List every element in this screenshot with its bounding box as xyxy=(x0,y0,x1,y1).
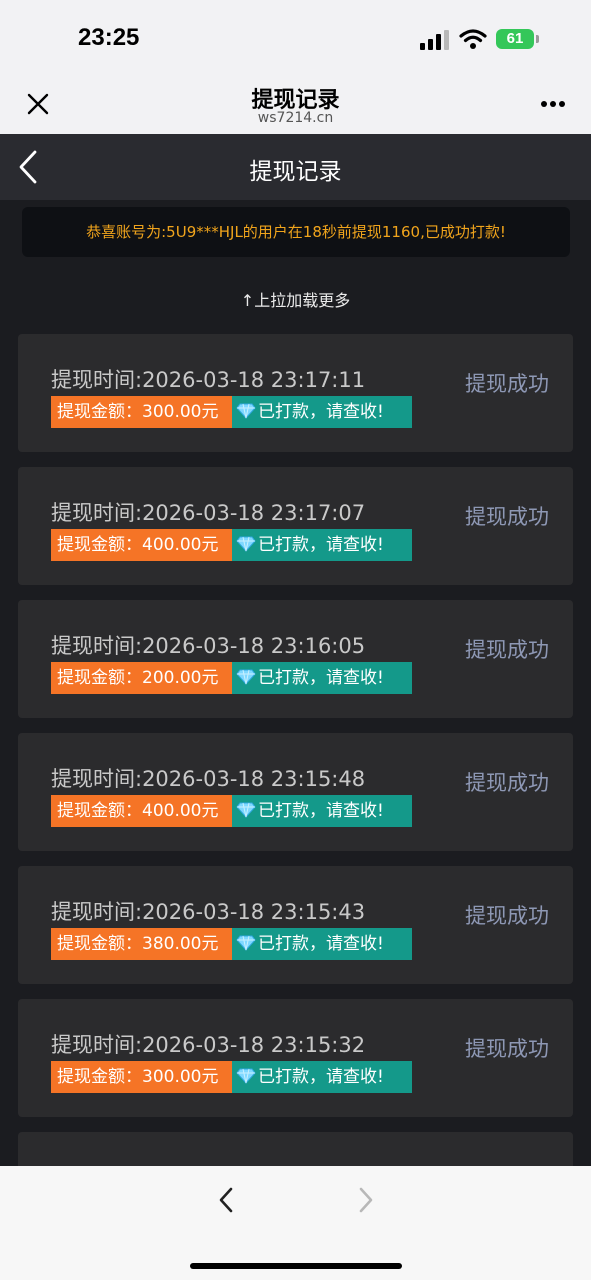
record-paid-text: 已打款，请查收! xyxy=(258,535,384,555)
withdraw-record[interactable]: 提现时间:2026-03-18 23:16:05 提现金额：200.00元 已打… xyxy=(18,600,573,718)
diamond-icon xyxy=(236,1068,256,1084)
record-amount: 提现金额：400.00元 xyxy=(51,795,232,827)
browser-url: ws7214.cn xyxy=(257,110,334,126)
diamond-icon xyxy=(236,669,256,685)
page-title: 提现记录 xyxy=(249,159,342,185)
record-paid-badge: 已打款，请查收! xyxy=(232,662,412,694)
record-amount: 提现金额：400.00元 xyxy=(51,529,232,561)
record-time: 提现时间:2026-03-18 23:15:43 xyxy=(51,900,366,924)
record-amount: 提现金额：200.00元 xyxy=(51,662,232,694)
withdraw-record[interactable]: 提现时间:2026-03-18 23:17:07 提现金额：400.00元 已打… xyxy=(18,467,573,585)
record-paid-text: 已打款，请查收! xyxy=(258,934,384,954)
record-status: 提现成功 xyxy=(465,372,549,396)
record-time: 提现时间:2026-03-18 23:17:11 xyxy=(51,368,366,392)
record-status: 提现成功 xyxy=(465,771,549,795)
record-paid-badge: 已打款，请查收! xyxy=(232,1061,412,1093)
withdraw-record[interactable]: 提现时间:2026-03-18 23:15:43 提现金额：380.00元 已打… xyxy=(18,866,573,984)
withdraw-record[interactable]: 提现时间:2026-03-18 23:17:11 提现金额：300.00元 已打… xyxy=(18,334,573,452)
wifi-icon xyxy=(459,29,487,49)
record-paid-badge: 已打款，请查收! xyxy=(232,928,412,960)
diamond-icon xyxy=(236,536,256,552)
diamond-icon xyxy=(236,935,256,951)
status-time: 23:25 xyxy=(78,24,140,51)
nav-forward-icon[interactable] xyxy=(356,1186,376,1214)
record-status: 提现成功 xyxy=(465,904,549,928)
record-status: 提现成功 xyxy=(465,505,549,529)
record-status: 提现成功 xyxy=(465,1037,549,1061)
record-time: 提现时间:2026-03-18 23:15:32 xyxy=(51,1033,366,1057)
record-paid-text: 已打款，请查收! xyxy=(258,668,384,688)
record-paid-text: 已打款，请查收! xyxy=(258,801,384,821)
more-icon[interactable] xyxy=(540,100,566,108)
browser-bottom-bar xyxy=(0,1166,591,1280)
signal-icon xyxy=(420,30,449,50)
app-header: 提现记录 xyxy=(0,134,591,200)
record-amount: 提现金额：380.00元 xyxy=(51,928,232,960)
home-indicator xyxy=(190,1263,402,1269)
load-more-hint[interactable]: ↑上拉加载更多 xyxy=(0,287,591,311)
record-paid-badge: 已打款，请查收! xyxy=(232,795,412,827)
record-paid-text: 已打款，请查收! xyxy=(258,402,384,422)
record-time: 提现时间:2026-03-18 23:15:48 xyxy=(51,767,366,791)
browser-bar: 提现记录 ws7214.cn xyxy=(0,78,591,134)
record-paid-text: 已打款，请查收! xyxy=(258,1067,384,1087)
nav-back-icon[interactable] xyxy=(216,1186,236,1214)
record-paid-badge: 已打款，请查收! xyxy=(232,396,412,428)
status-bar: 23:25 61 xyxy=(0,0,591,78)
notice-banner: 恭喜账号为:5U9***HJL的用户在18秒前提现1160,已成功打款! xyxy=(22,207,570,257)
record-status: 提现成功 xyxy=(465,638,549,662)
record-time: 提现时间:2026-03-18 23:17:07 xyxy=(51,501,366,525)
record-amount: 提现金额：300.00元 xyxy=(51,396,232,428)
battery-icon: 61 xyxy=(496,29,534,49)
withdraw-record[interactable]: 提现时间:2026-03-18 23:15:48 提现金额：400.00元 已打… xyxy=(18,733,573,851)
record-amount: 提现金额：300.00元 xyxy=(51,1061,232,1093)
diamond-icon xyxy=(236,802,256,818)
record-paid-badge: 已打款，请查收! xyxy=(232,529,412,561)
diamond-icon xyxy=(236,403,256,419)
battery-cap xyxy=(536,35,539,43)
withdraw-record[interactable]: 提现时间:2026-03-18 23:15:32 提现金额：300.00元 已打… xyxy=(18,999,573,1117)
record-time: 提现时间:2026-03-18 23:16:05 xyxy=(51,634,366,658)
